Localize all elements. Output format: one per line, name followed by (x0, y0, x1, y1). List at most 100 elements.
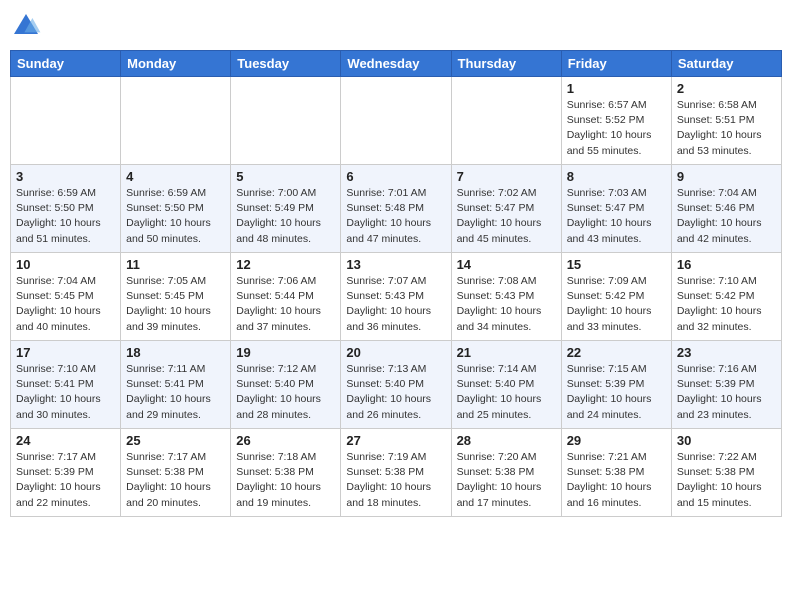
calendar-cell: 28 Sunrise: 7:20 AM Sunset: 5:38 PM Dayli… (451, 429, 561, 517)
day-number: 5 (236, 169, 335, 184)
day-number: 2 (677, 81, 776, 96)
logo-icon (10, 10, 42, 42)
day-number: 26 (236, 433, 335, 448)
weekday-header: Friday (561, 51, 671, 77)
calendar-cell: 16Sunrise: 7:10 AM Sunset: 5:42 PM Dayli… (671, 253, 781, 341)
day-info: Sunrise: 7:17 AM Sunset: 5:39 PM Dayligh… (16, 450, 115, 511)
day-info: Sunrise: 7:04 AM Sunset: 5:46 PM Dayligh… (677, 186, 776, 247)
day-number: 22 (567, 345, 666, 360)
weekday-header: Tuesday (231, 51, 341, 77)
day-number: 30 (677, 433, 776, 448)
day-number: 29 (567, 433, 666, 448)
day-info: Sunrise: 7:18 AM Sunset: 5:38 PM Dayligh… (236, 450, 335, 511)
weekday-header: Thursday (451, 51, 561, 77)
day-number: 7 (457, 169, 556, 184)
calendar-cell: 11Sunrise: 7:05 AM Sunset: 5:45 PM Dayli… (121, 253, 231, 341)
calendar-cell: 24 Sunrise: 7:17 AM Sunset: 5:39 PM Dayli… (11, 429, 121, 517)
calendar-cell: 21 Sunrise: 7:14 AM Sunset: 5:40 PM Dayli… (451, 341, 561, 429)
day-number: 3 (16, 169, 115, 184)
day-number: 16 (677, 257, 776, 272)
day-info: Sunrise: 7:22 AM Sunset: 5:38 PM Dayligh… (677, 450, 776, 511)
calendar-cell: 26 Sunrise: 7:18 AM Sunset: 5:38 PM Dayli… (231, 429, 341, 517)
day-number: 6 (346, 169, 445, 184)
calendar-cell: 14 Sunrise: 7:08 AM Sunset: 5:43 PM Dayli… (451, 253, 561, 341)
weekday-header: Saturday (671, 51, 781, 77)
calendar-cell: 9 Sunrise: 7:04 AM Sunset: 5:46 PM Daylig… (671, 165, 781, 253)
calendar-week-row: 1 Sunrise: 6:57 AM Sunset: 5:52 PM Daylig… (11, 77, 782, 165)
calendar-week-row: 3 Sunrise: 6:59 AM Sunset: 5:50 PM Daylig… (11, 165, 782, 253)
calendar-cell: 5 Sunrise: 7:00 AM Sunset: 5:49 PM Daylig… (231, 165, 341, 253)
day-number: 1 (567, 81, 666, 96)
calendar-cell: 7 Sunrise: 7:02 AM Sunset: 5:47 PM Daylig… (451, 165, 561, 253)
calendar-cell (121, 77, 231, 165)
logo (10, 10, 46, 42)
day-info: Sunrise: 6:58 AM Sunset: 5:51 PM Dayligh… (677, 98, 776, 159)
calendar-cell: 22Sunrise: 7:15 AM Sunset: 5:39 PM Dayli… (561, 341, 671, 429)
calendar-cell (11, 77, 121, 165)
calendar-cell: 25 Sunrise: 7:17 AM Sunset: 5:38 PM Dayli… (121, 429, 231, 517)
day-info: Sunrise: 7:13 AM Sunset: 5:40 PM Dayligh… (346, 362, 445, 423)
calendar-cell: 8 Sunrise: 7:03 AM Sunset: 5:47 PM Daylig… (561, 165, 671, 253)
calendar-cell: 20 Sunrise: 7:13 AM Sunset: 5:40 PM Dayli… (341, 341, 451, 429)
day-number: 21 (457, 345, 556, 360)
day-info: Sunrise: 7:08 AM Sunset: 5:43 PM Dayligh… (457, 274, 556, 335)
day-info: Sunrise: 7:07 AM Sunset: 5:43 PM Dayligh… (346, 274, 445, 335)
calendar-cell: 18 Sunrise: 7:11 AM Sunset: 5:41 PM Dayli… (121, 341, 231, 429)
day-info: Sunrise: 7:10 AM Sunset: 5:41 PM Dayligh… (16, 362, 115, 423)
day-info: Sunrise: 7:17 AM Sunset: 5:38 PM Dayligh… (126, 450, 225, 511)
day-info: Sunrise: 7:12 AM Sunset: 5:40 PM Dayligh… (236, 362, 335, 423)
calendar-week-row: 10 Sunrise: 7:04 AM Sunset: 5:45 PM Dayli… (11, 253, 782, 341)
day-number: 19 (236, 345, 335, 360)
day-number: 12 (236, 257, 335, 272)
day-info: Sunrise: 7:01 AM Sunset: 5:48 PM Dayligh… (346, 186, 445, 247)
day-info: Sunrise: 7:04 AM Sunset: 5:45 PM Dayligh… (16, 274, 115, 335)
day-number: 8 (567, 169, 666, 184)
day-info: Sunrise: 7:09 AM Sunset: 5:42 PM Dayligh… (567, 274, 666, 335)
day-number: 14 (457, 257, 556, 272)
day-number: 18 (126, 345, 225, 360)
calendar-cell (451, 77, 561, 165)
day-info: Sunrise: 7:11 AM Sunset: 5:41 PM Dayligh… (126, 362, 225, 423)
calendar: SundayMondayTuesdayWednesdayThursdayFrid… (10, 50, 782, 517)
day-number: 10 (16, 257, 115, 272)
day-info: Sunrise: 7:16 AM Sunset: 5:39 PM Dayligh… (677, 362, 776, 423)
calendar-cell: 4 Sunrise: 6:59 AM Sunset: 5:50 PM Daylig… (121, 165, 231, 253)
calendar-cell: 3 Sunrise: 6:59 AM Sunset: 5:50 PM Daylig… (11, 165, 121, 253)
day-info: Sunrise: 7:00 AM Sunset: 5:49 PM Dayligh… (236, 186, 335, 247)
weekday-header: Wednesday (341, 51, 451, 77)
calendar-week-row: 17Sunrise: 7:10 AM Sunset: 5:41 PM Dayli… (11, 341, 782, 429)
calendar-cell: 30 Sunrise: 7:22 AM Sunset: 5:38 PM Dayli… (671, 429, 781, 517)
calendar-cell: 19 Sunrise: 7:12 AM Sunset: 5:40 PM Dayli… (231, 341, 341, 429)
calendar-cell (231, 77, 341, 165)
weekday-header: Monday (121, 51, 231, 77)
calendar-cell: 12 Sunrise: 7:06 AM Sunset: 5:44 PM Dayli… (231, 253, 341, 341)
calendar-week-row: 24 Sunrise: 7:17 AM Sunset: 5:39 PM Dayli… (11, 429, 782, 517)
calendar-cell: 27 Sunrise: 7:19 AM Sunset: 5:38 PM Dayli… (341, 429, 451, 517)
day-number: 28 (457, 433, 556, 448)
day-info: Sunrise: 7:14 AM Sunset: 5:40 PM Dayligh… (457, 362, 556, 423)
day-number: 27 (346, 433, 445, 448)
day-info: Sunrise: 7:06 AM Sunset: 5:44 PM Dayligh… (236, 274, 335, 335)
day-number: 4 (126, 169, 225, 184)
calendar-cell: 2 Sunrise: 6:58 AM Sunset: 5:51 PM Daylig… (671, 77, 781, 165)
day-number: 25 (126, 433, 225, 448)
day-number: 23 (677, 345, 776, 360)
day-info: Sunrise: 7:02 AM Sunset: 5:47 PM Dayligh… (457, 186, 556, 247)
calendar-cell: 6 Sunrise: 7:01 AM Sunset: 5:48 PM Daylig… (341, 165, 451, 253)
day-number: 24 (16, 433, 115, 448)
calendar-cell: 15Sunrise: 7:09 AM Sunset: 5:42 PM Dayli… (561, 253, 671, 341)
weekday-header: Sunday (11, 51, 121, 77)
day-info: Sunrise: 6:57 AM Sunset: 5:52 PM Dayligh… (567, 98, 666, 159)
calendar-cell: 29 Sunrise: 7:21 AM Sunset: 5:38 PM Dayli… (561, 429, 671, 517)
day-number: 13 (346, 257, 445, 272)
calendar-cell: 13 Sunrise: 7:07 AM Sunset: 5:43 PM Dayli… (341, 253, 451, 341)
calendar-header: SundayMondayTuesdayWednesdayThursdayFrid… (11, 51, 782, 77)
day-number: 9 (677, 169, 776, 184)
day-info: Sunrise: 6:59 AM Sunset: 5:50 PM Dayligh… (126, 186, 225, 247)
day-info: Sunrise: 7:19 AM Sunset: 5:38 PM Dayligh… (346, 450, 445, 511)
day-info: Sunrise: 7:21 AM Sunset: 5:38 PM Dayligh… (567, 450, 666, 511)
day-info: Sunrise: 6:59 AM Sunset: 5:50 PM Dayligh… (16, 186, 115, 247)
day-number: 20 (346, 345, 445, 360)
day-info: Sunrise: 7:03 AM Sunset: 5:47 PM Dayligh… (567, 186, 666, 247)
day-info: Sunrise: 7:20 AM Sunset: 5:38 PM Dayligh… (457, 450, 556, 511)
